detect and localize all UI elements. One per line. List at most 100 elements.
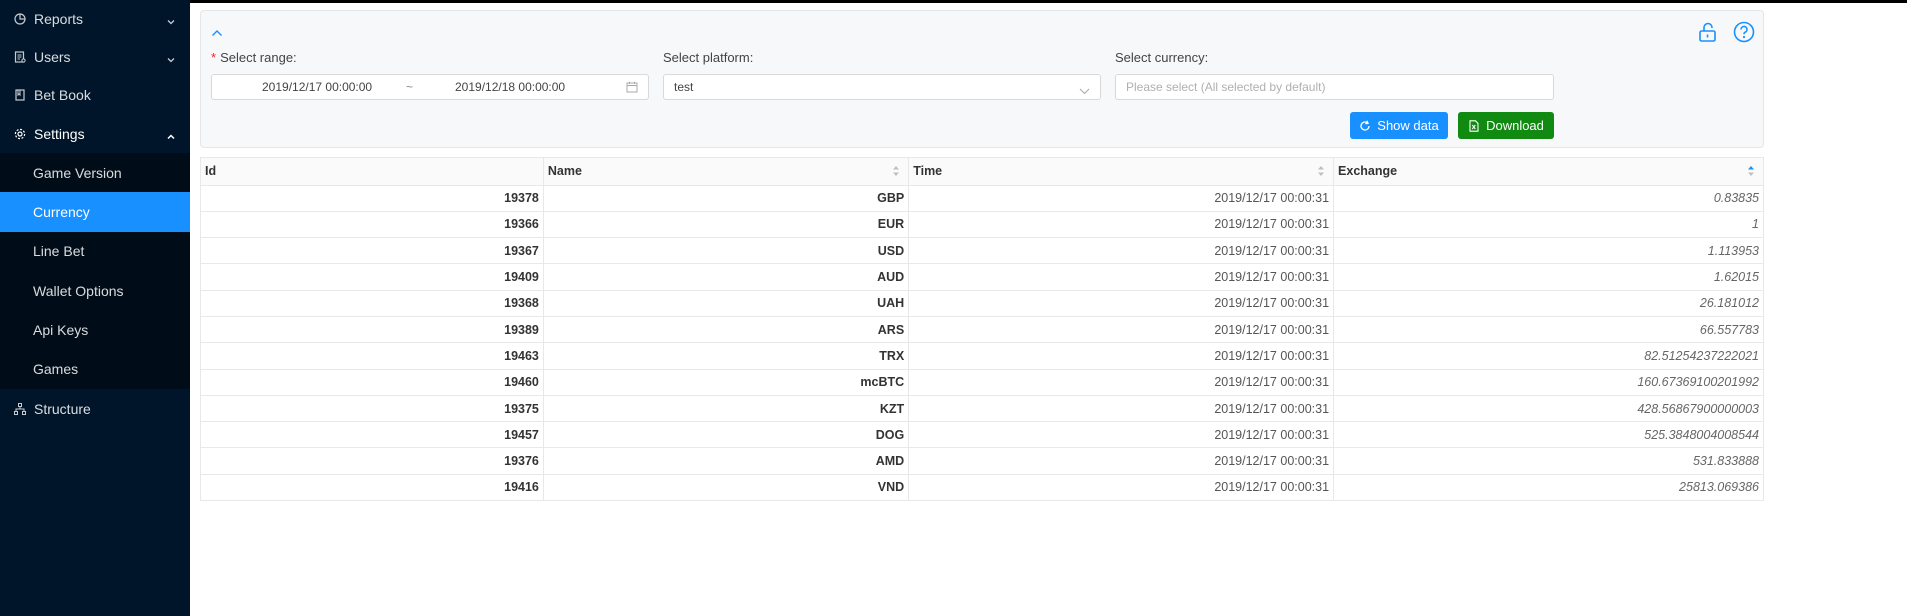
column-header-name[interactable]: Name <box>543 158 910 186</box>
sidebar-item-games[interactable]: Games <box>0 349 190 388</box>
range-end-input[interactable]: 2019/12/18 00:00:00 <box>455 80 565 94</box>
cell-time: 2019/12/17 00:00:31 <box>908 474 1335 502</box>
sidebar-item-label: Users <box>34 49 71 65</box>
cell-exchange: 82.51254237222021 <box>1333 342 1763 370</box>
show-data-button[interactable]: Show data <box>1350 112 1448 139</box>
cell-time: 2019/12/17 00:00:31 <box>908 369 1335 396</box>
table-row[interactable]: 19460 mcBTC 2019/12/17 00:00:31 160.6736910… <box>201 369 1763 396</box>
table-row[interactable]: 19389 ARS 2019/12/17 00:00:31 66.557783 <box>201 316 1763 344</box>
calendar-icon <box>626 81 638 93</box>
table-row[interactable]: 19463 TRX 2019/12/17 00:00:31 82.5125423722… <box>201 342 1763 370</box>
sidebar-item-api-keys[interactable]: Api Keys <box>0 310 190 349</box>
chevron-down-icon <box>166 14 176 25</box>
cell-id: 19457 <box>201 421 544 449</box>
sidebar-item-reports[interactable]: Reports <box>0 0 190 38</box>
refresh-icon <box>1360 120 1370 131</box>
range-start-input[interactable]: 2019/12/17 00:00:00 <box>262 80 372 94</box>
help-icon[interactable] <box>1733 21 1755 43</box>
platform-selected-value: test <box>674 80 694 94</box>
platform-select[interactable]: test <box>663 74 1101 100</box>
sort-icon[interactable] <box>892 165 900 177</box>
sidebar-item-currency[interactable]: Currency <box>0 192 190 232</box>
table-row[interactable]: 19378 GBP 2019/12/17 00:00:31 0.83835 <box>201 185 1763 212</box>
cell-exchange: 1 <box>1333 211 1763 239</box>
cell-time: 2019/12/17 00:00:31 <box>908 316 1335 344</box>
cell-id: 19416 <box>201 474 544 502</box>
cell-time: 2019/12/17 00:00:31 <box>908 342 1335 370</box>
table-row[interactable]: 19376 AMD 2019/12/17 00:00:31 531.833888 <box>201 447 1763 475</box>
sidebar-item-label: Bet Book <box>34 87 91 103</box>
cell-exchange: 1.62015 <box>1333 263 1763 291</box>
cell-name: ARS <box>543 316 910 344</box>
download-button[interactable]: Download <box>1458 112 1554 139</box>
cell-id: 19375 <box>201 395 544 423</box>
column-header-id[interactable]: Id <box>201 158 544 186</box>
range-separator: ~ <box>406 80 414 94</box>
cell-id: 19368 <box>201 290 544 317</box>
cell-exchange: 428.56867900000003 <box>1333 395 1763 423</box>
cell-name: KZT <box>543 395 910 423</box>
table-row[interactable]: 19457 DOG 2019/12/17 00:00:31 525.384800400… <box>201 421 1763 449</box>
cell-time: 2019/12/17 00:00:31 <box>908 421 1335 449</box>
cell-exchange: 66.557783 <box>1333 316 1763 344</box>
cell-name: AMD <box>543 447 910 475</box>
settings-submenu: Game Version Currency Line Bet Wallet Op… <box>0 153 190 389</box>
cell-id: 19409 <box>201 263 544 291</box>
column-header-exchange[interactable]: Exchange <box>1333 158 1763 186</box>
table-row[interactable]: 19367 USD 2019/12/17 00:00:31 1.113953 <box>201 237 1763 265</box>
cell-exchange: 531.833888 <box>1333 447 1763 475</box>
chevron-up-icon <box>166 129 176 139</box>
table-row[interactable]: 19416 VND 2019/12/17 00:00:31 25813.069386 <box>201 474 1763 502</box>
sidebar-item-label: Reports <box>34 11 84 27</box>
cell-exchange: 1.113953 <box>1333 237 1763 265</box>
main-content: * Select range: 2019/12/17 00:00:00 ~ 201… <box>190 0 1907 616</box>
sidebar-item-game-version[interactable]: Game Version <box>0 153 190 192</box>
sidebar-item-label: Settings <box>34 125 85 142</box>
currency-select[interactable] <box>1115 74 1554 100</box>
cell-name: mcBTC <box>543 369 910 396</box>
column-header-time[interactable]: Time <box>908 158 1335 186</box>
table-body: 19378 GBP 2019/12/17 00:00:31 0.83835 19366 E… <box>201 185 1763 502</box>
cell-id: 19378 <box>201 185 544 212</box>
cell-exchange: 160.67369100201992 <box>1333 369 1763 396</box>
sidebar-item-line-bet[interactable]: Line Bet <box>0 232 190 271</box>
cell-name: UAH <box>543 290 910 317</box>
cell-name: GBP <box>543 185 910 212</box>
table-row[interactable]: 19375 KZT 2019/12/17 00:00:31 428.568679000… <box>201 395 1763 423</box>
book-icon <box>14 89 26 101</box>
sidebar: Reports Users Bet Book Settings Game Ver… <box>0 0 190 616</box>
sidebar-item-settings[interactable]: Settings <box>0 114 190 153</box>
cell-name: DOG <box>543 421 910 449</box>
sort-ascending-icon[interactable] <box>1747 165 1755 177</box>
sidebar-item-users[interactable]: Users <box>0 38 190 76</box>
table-row[interactable]: 19366 EUR 2019/12/17 00:00:31 1 <box>201 211 1763 239</box>
cell-id: 19366 <box>201 211 544 239</box>
currency-label: Select currency: <box>1115 50 1209 65</box>
chevron-up-icon[interactable] <box>211 25 223 36</box>
cell-time: 2019/12/17 00:00:31 <box>908 185 1335 212</box>
cell-id: 19376 <box>201 447 544 475</box>
download-label: Download <box>1486 118 1544 133</box>
user-list-icon <box>14 51 26 63</box>
gear-icon <box>14 128 26 140</box>
sort-icon[interactable] <box>1317 165 1325 177</box>
sidebar-item-structure[interactable]: Structure <box>0 389 190 429</box>
chevron-down-icon <box>1079 84 1090 94</box>
sidebar-item-bet-book[interactable]: Bet Book <box>0 76 190 114</box>
table-row[interactable]: 19368 UAH 2019/12/17 00:00:31 26.181012 <box>201 290 1763 317</box>
unlock-icon[interactable] <box>1697 21 1719 43</box>
range-label: * Select range: <box>211 50 297 65</box>
panel-actions <box>1697 21 1755 43</box>
cell-name: TRX <box>543 342 910 370</box>
sidebar-item-label: Structure <box>34 400 91 417</box>
chevron-down-icon <box>166 52 176 63</box>
date-range-picker[interactable]: 2019/12/17 00:00:00 ~ 2019/12/18 00:00:0… <box>211 74 649 100</box>
cell-exchange: 525.3848004008544 <box>1333 421 1763 449</box>
cell-exchange: 26.181012 <box>1333 290 1763 317</box>
table-header-row: Id Name Time Exchange <box>201 158 1763 186</box>
currency-input[interactable] <box>1126 80 1553 94</box>
table-row[interactable]: 19409 AUD 2019/12/17 00:00:31 1.62015 <box>201 263 1763 291</box>
cell-id: 19460 <box>201 369 544 396</box>
filter-panel: * Select range: 2019/12/17 00:00:00 ~ 201… <box>200 10 1764 148</box>
sidebar-item-wallet-options[interactable]: Wallet Options <box>0 271 190 310</box>
